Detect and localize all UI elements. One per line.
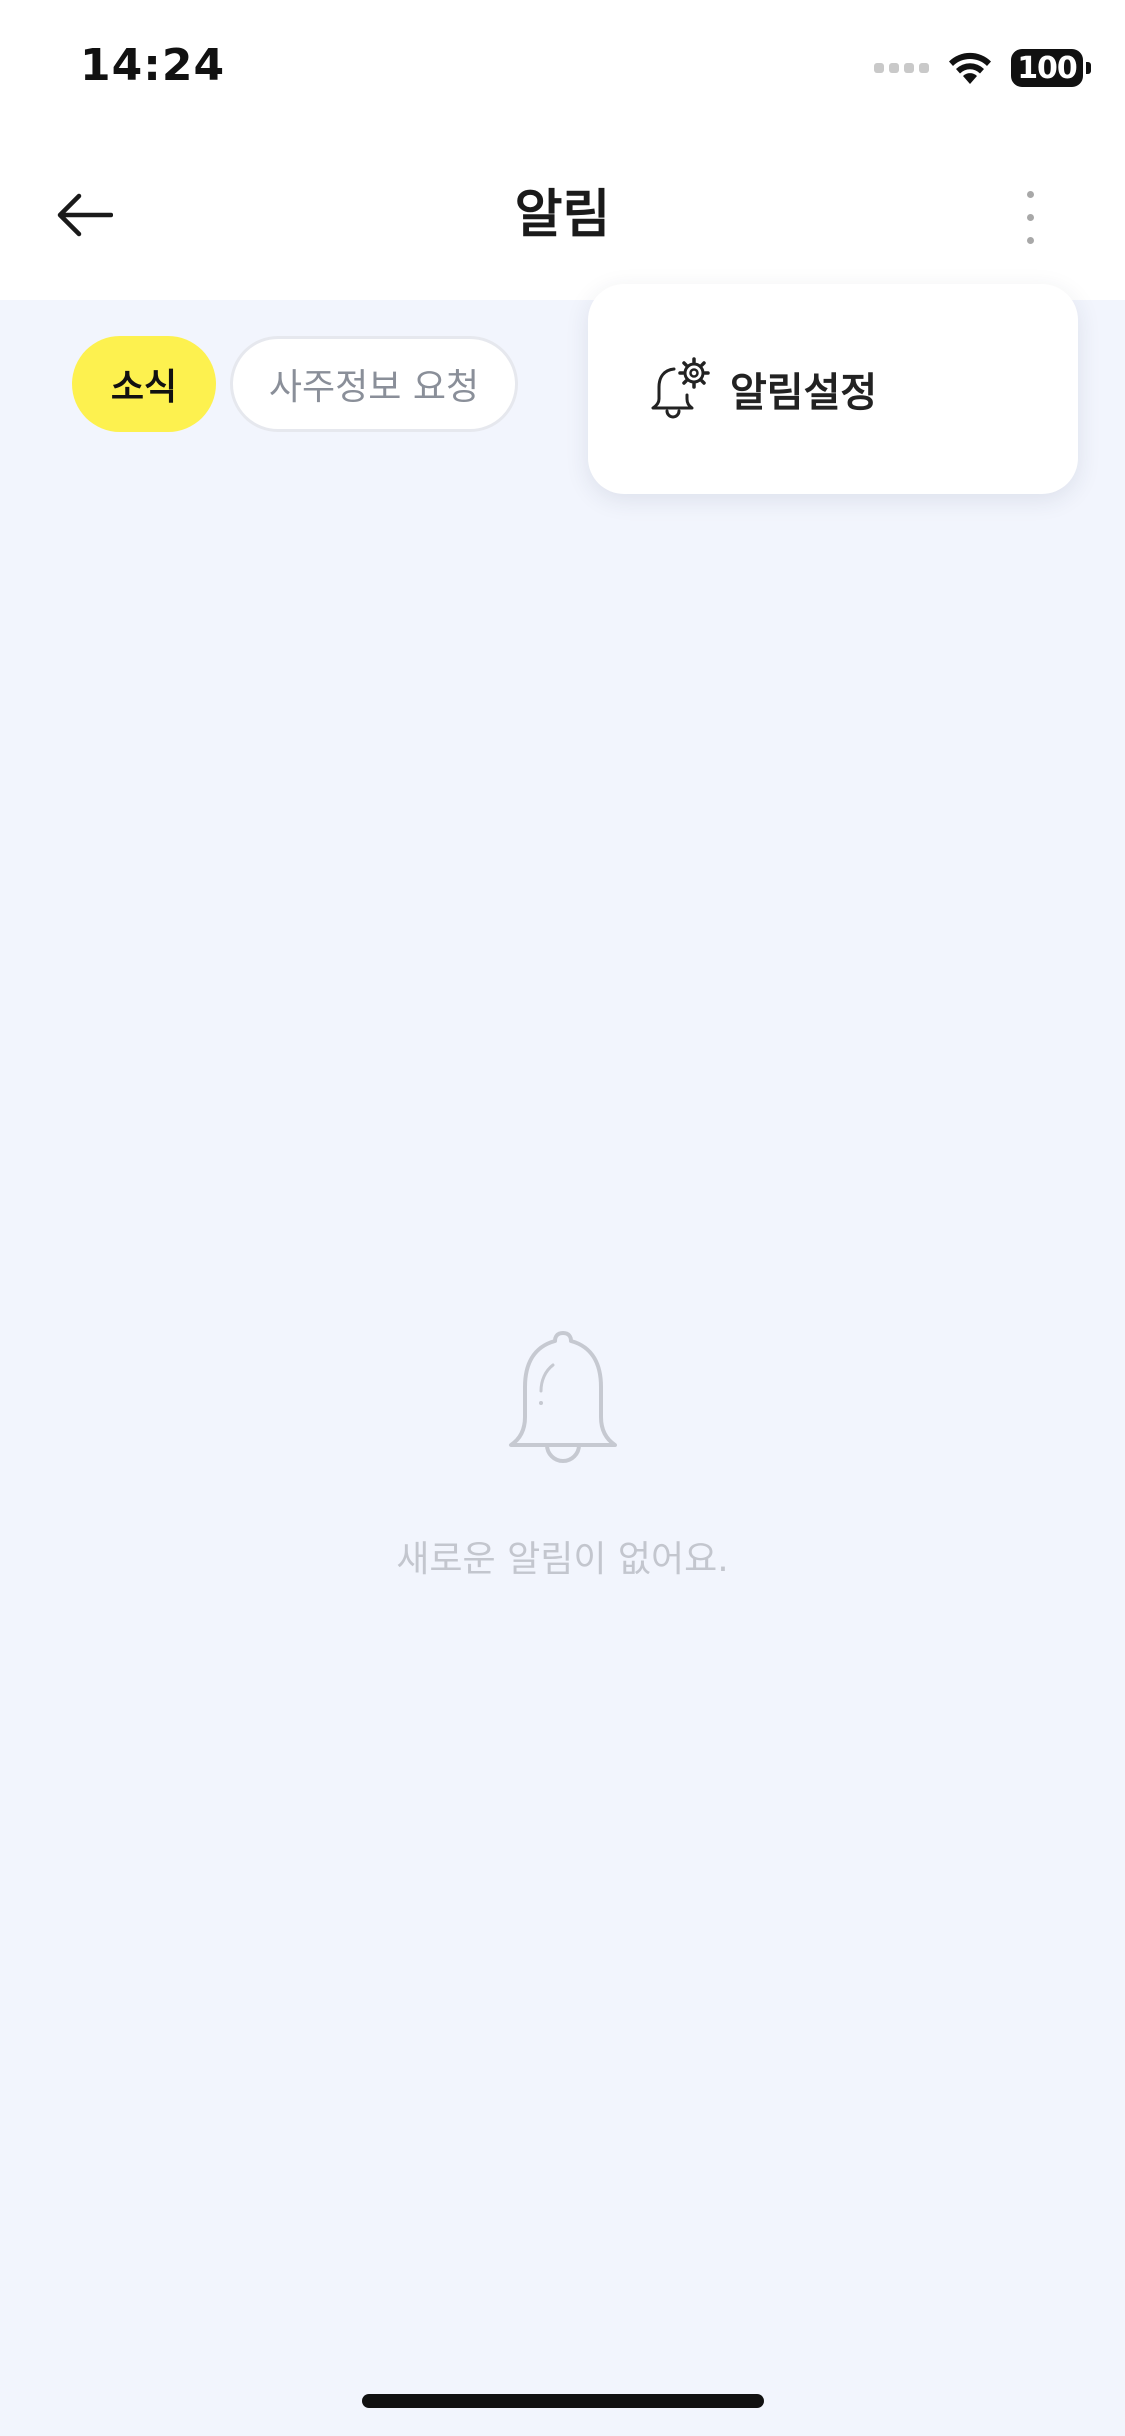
dropdown-menu: 알림설정 xyxy=(588,284,1078,494)
tab-news[interactable]: 소식 xyxy=(72,336,216,432)
bell-settings-icon xyxy=(651,357,710,419)
empty-state-message: 새로운 알림이 없어요. xyxy=(396,1539,729,1580)
bell-icon xyxy=(509,1331,617,1463)
back-button[interactable] xyxy=(50,180,120,250)
arrow-left-icon xyxy=(57,193,113,237)
cellular-signal-icon xyxy=(874,63,929,73)
more-options-button[interactable] xyxy=(1000,182,1060,252)
wifi-icon xyxy=(949,52,991,84)
home-indicator[interactable] xyxy=(362,2394,764,2408)
status-time: 14:24 xyxy=(80,40,226,91)
more-vertical-icon xyxy=(1026,190,1034,198)
menu-item-notification-settings[interactable]: 알림설정 xyxy=(648,344,877,434)
tab-bar: 소식 사주정보 요청 xyxy=(72,336,518,432)
tab-saju-info-request[interactable]: 사주정보 요청 xyxy=(230,336,518,432)
battery-level: 100 xyxy=(1017,50,1078,86)
menu-item-label: 알림설정 xyxy=(730,370,878,416)
notifications-screen: 14:24 100 알림 소식 사주정보 요청 알림설정 새로운 알림이 없어요… xyxy=(0,0,1125,2436)
battery-icon: 100 xyxy=(1011,49,1091,87)
page-title: 알림 xyxy=(514,185,611,245)
top-bar: 14:24 100 알림 xyxy=(0,0,1125,300)
status-icons: 100 xyxy=(874,46,1091,90)
